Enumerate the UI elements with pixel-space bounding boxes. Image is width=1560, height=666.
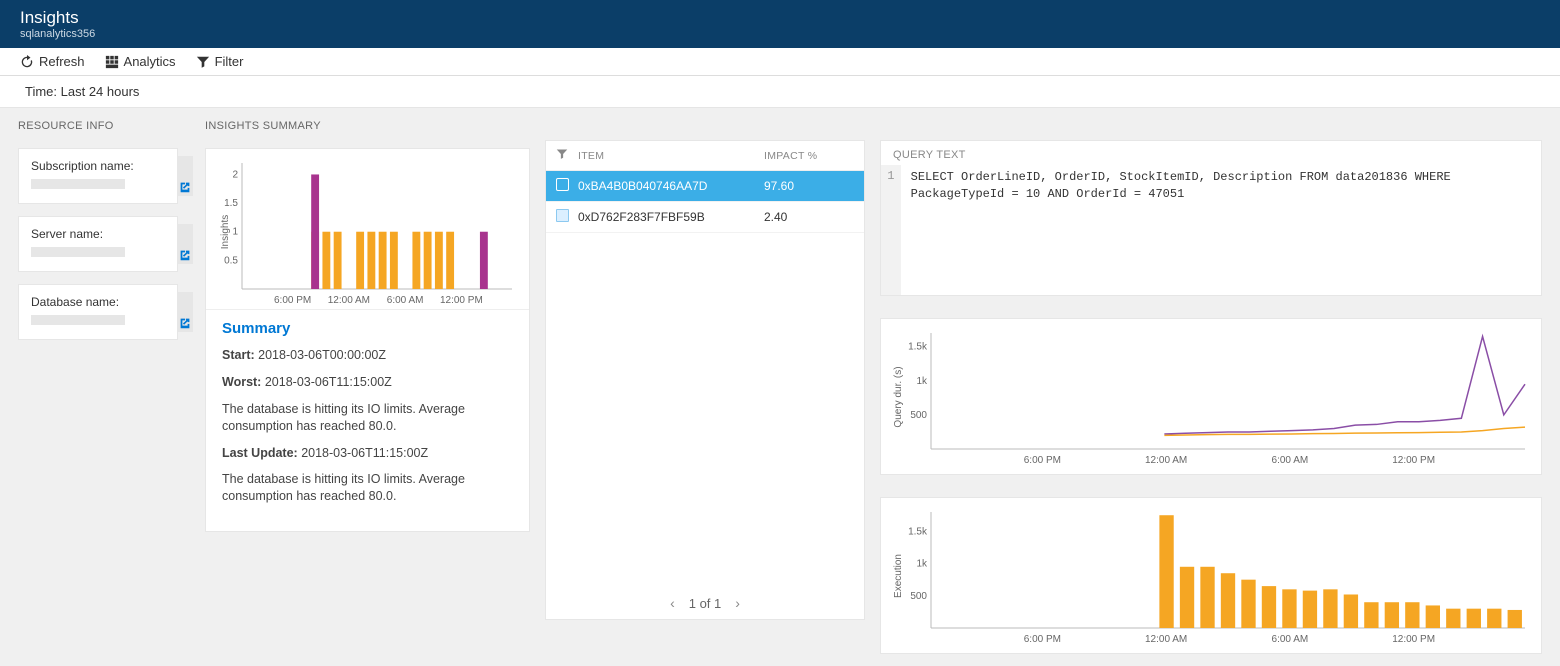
svg-text:12:00 AM: 12:00 AM: [328, 295, 370, 306]
subscription-value: [31, 179, 125, 189]
database-card: Database name:: [18, 284, 178, 340]
summary-body: Summary Start: 2018-03-06T00:00:00Z Wors…: [206, 309, 529, 531]
worst-label: Worst:: [222, 375, 261, 389]
analytics-button[interactable]: Analytics: [105, 54, 176, 69]
open-subscription-button[interactable]: [177, 156, 193, 196]
item-impact: 97.60: [764, 179, 854, 193]
execution-chart: Execution 500 1k 1.5k 6:00 PM 12:00 AM 6:00 AM…: [891, 506, 1531, 646]
toolbar: Refresh Analytics Filter: [0, 48, 1560, 76]
svg-text:6:00 PM: 6:00 PM: [1024, 634, 1061, 645]
svg-text:500: 500: [910, 410, 927, 421]
insights-section-label: INSIGHTS SUMMARY: [205, 120, 530, 132]
svg-text:2: 2: [232, 169, 238, 180]
svg-text:1.5k: 1.5k: [908, 526, 928, 537]
duration-chart: Query dur. (s) 500 1k 1.5k 6:00 PM 12:00 AM 6:…: [891, 327, 1531, 467]
svg-text:12:00 PM: 12:00 PM: [1392, 455, 1435, 466]
items-header: ITEM IMPACT %: [546, 141, 864, 171]
filter-label: Filter: [215, 54, 244, 69]
pager-next-button[interactable]: ›: [735, 595, 740, 611]
filter-icon: [196, 55, 210, 69]
execution-chart-card: Execution 500 1k 1.5k 6:00 PM 12:00 AM 6:00 AM…: [880, 497, 1542, 654]
database-value: [31, 315, 125, 325]
duration-chart-card: Query dur. (s) 500 1k 1.5k 6:00 PM 12:00 AM 6:…: [880, 318, 1542, 475]
external-link-icon: [178, 180, 192, 194]
svg-text:Insights: Insights: [220, 215, 231, 249]
svg-text:1k: 1k: [916, 376, 928, 387]
resource-column: RESOURCE INFO Subscription name: Server …: [18, 120, 190, 340]
item-id: 0xBA4B0B040746AA7D: [578, 179, 764, 193]
external-link-icon: [178, 248, 192, 262]
svg-text:Execution: Execution: [893, 554, 904, 598]
lastupdate-value: 2018-03-06T11:15:00Z: [301, 446, 428, 460]
item-column-header[interactable]: ITEM: [578, 150, 764, 162]
server-label: Server name:: [31, 227, 165, 241]
page-subtitle: sqlanalytics356: [20, 28, 1540, 40]
summary-desc-1: The database is hitting its IO limits. A…: [222, 401, 513, 435]
insights-column: INSIGHTS SUMMARY Insights 0.5 1 1.5 2 6:00 PM…: [205, 120, 530, 532]
summary-desc-2: The database is hitting its IO limits. A…: [222, 471, 513, 505]
worst-value: 2018-03-06T11:15:00Z: [265, 375, 392, 389]
query-body: 1 SELECT OrderLineID, OrderID, StockItem…: [881, 165, 1541, 295]
time-range-label: Time: Last 24 hours: [0, 76, 1560, 108]
query-column: QUERY TEXT 1 SELECT OrderLineID, OrderID…: [880, 140, 1542, 654]
analytics-label: Analytics: [124, 54, 176, 69]
insights-summary-card: Insights 0.5 1 1.5 2 6:00 PM 12:00 AM 6:00 AM 12…: [205, 148, 530, 532]
analytics-icon: [105, 55, 119, 69]
item-impact: 2.40: [764, 210, 854, 224]
subscription-card: Subscription name:: [18, 148, 178, 204]
database-label: Database name:: [31, 295, 165, 309]
start-value: 2018-03-06T00:00:00Z: [258, 348, 386, 362]
page-header: Insights sqlanalytics356: [0, 0, 1560, 48]
items-column: ITEM IMPACT % 0xBA4B0B040746AA7D97.600xD…: [545, 140, 865, 620]
svg-text:12:00 PM: 12:00 PM: [1392, 634, 1435, 645]
open-database-button[interactable]: [177, 292, 193, 332]
external-link-icon: [178, 316, 192, 330]
open-server-button[interactable]: [177, 224, 193, 264]
items-card: ITEM IMPACT % 0xBA4B0B040746AA7D97.600xD…: [545, 140, 865, 620]
svg-text:Query dur. (s): Query dur. (s): [893, 366, 904, 427]
item-status-icon: [556, 178, 578, 194]
items-row[interactable]: 0xBA4B0B040746AA7D97.60: [546, 171, 864, 202]
svg-text:1: 1: [232, 227, 238, 238]
summary-title: Summary: [222, 320, 513, 337]
pager-label: 1 of 1: [689, 596, 722, 611]
server-value: [31, 247, 125, 257]
filter-button[interactable]: Filter: [196, 54, 244, 69]
svg-text:1k: 1k: [916, 559, 928, 570]
svg-text:500: 500: [910, 591, 927, 602]
svg-text:6:00 AM: 6:00 AM: [1272, 455, 1309, 466]
svg-text:6:00 PM: 6:00 PM: [274, 295, 311, 306]
item-id: 0xD762F283F7FBF59B: [578, 210, 764, 224]
impact-column-header[interactable]: IMPACT %: [764, 150, 854, 162]
svg-text:12:00 AM: 12:00 AM: [1145, 634, 1187, 645]
query-text[interactable]: SELECT OrderLineID, OrderID, StockItemID…: [901, 165, 1541, 295]
refresh-button[interactable]: Refresh: [20, 54, 85, 69]
subscription-label: Subscription name:: [31, 159, 165, 173]
query-line-number: 1: [881, 165, 901, 295]
main-content: RESOURCE INFO Subscription name: Server …: [0, 108, 1560, 666]
resource-section-label: RESOURCE INFO: [18, 120, 190, 132]
filter-column-icon[interactable]: [556, 148, 578, 163]
pager-prev-button[interactable]: ‹: [670, 595, 675, 611]
lastupdate-label: Last Update:: [222, 446, 298, 460]
refresh-icon: [20, 55, 34, 69]
query-card: QUERY TEXT 1 SELECT OrderLineID, OrderID…: [880, 140, 1542, 296]
insights-chart: Insights 0.5 1 1.5 2 6:00 PM 12:00 AM 6:00 AM 12…: [206, 149, 529, 309]
start-label: Start:: [222, 348, 255, 362]
svg-text:6:00 AM: 6:00 AM: [387, 295, 424, 306]
svg-text:0.5: 0.5: [224, 255, 238, 266]
refresh-label: Refresh: [39, 54, 85, 69]
server-card: Server name:: [18, 216, 178, 272]
page-title: Insights: [20, 8, 1540, 28]
item-status-icon: [556, 209, 578, 225]
query-section-label: QUERY TEXT: [881, 141, 1541, 165]
items-row[interactable]: 0xD762F283F7FBF59B2.40: [546, 202, 864, 233]
svg-text:6:00 AM: 6:00 AM: [1272, 634, 1309, 645]
svg-text:12:00 PM: 12:00 PM: [440, 295, 483, 306]
pager: ‹ 1 of 1 ›: [546, 587, 864, 619]
svg-text:6:00 PM: 6:00 PM: [1024, 455, 1061, 466]
svg-text:12:00 AM: 12:00 AM: [1145, 455, 1187, 466]
svg-text:1.5: 1.5: [224, 198, 238, 209]
svg-text:1.5k: 1.5k: [908, 342, 928, 353]
